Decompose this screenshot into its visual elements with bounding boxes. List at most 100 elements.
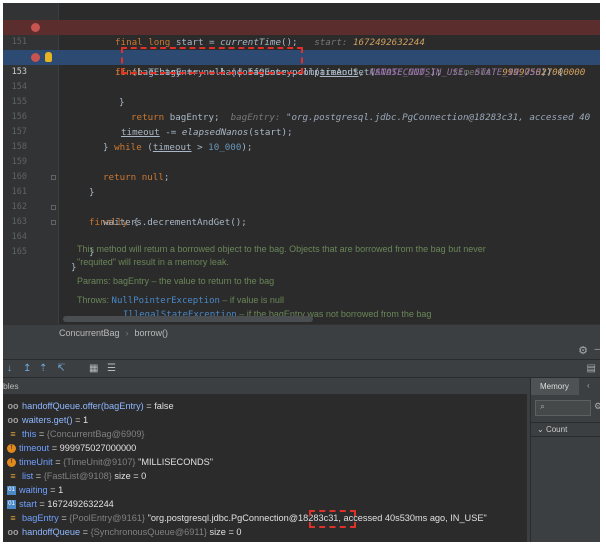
javadoc-description: This method will return a borrowed objec… <box>77 244 486 267</box>
variable-name: timeout <box>19 443 50 453</box>
highlight-box <box>309 510 356 528</box>
count-label: Count <box>545 425 568 434</box>
variable-eq: = <box>36 499 48 509</box>
code-line-150[interactable]: 150 final long start = currentTime(); st… <box>3 5 600 48</box>
code-line-160[interactable]: 160 } <box>3 155 600 198</box>
javadoc-params: Params: bagEntry – the value to return t… <box>77 275 517 288</box>
breadcrumb-method[interactable]: borrow() <box>135 328 169 338</box>
variable-type: {TimeUnit@9107} <box>63 457 139 467</box>
breadcrumb-class[interactable]: ConcurrentBag <box>59 328 120 338</box>
variable-row[interactable]: ≡ list = {FastList@9108} size = 0 <box>7 469 146 483</box>
gear-icon[interactable]: ⚙ <box>578 344 588 357</box>
primitive-icon: 01 <box>7 500 16 510</box>
code-editor[interactable]: 150 final long start = currentTime(); st… <box>3 3 600 324</box>
gear-icon[interactable]: ⚙ <box>594 401 600 412</box>
variable-row[interactable]: oo handoffQueue = {SynchronousQueue@6911}… <box>7 525 242 539</box>
debugger-header: ⚙ – <box>3 342 600 360</box>
variable-value: size = 0 <box>114 471 147 481</box>
breakpoint-icon[interactable] <box>31 23 40 32</box>
variables-list[interactable]: oo handoffQueue.offer(bagEntry) = false o… <box>3 394 527 542</box>
variable-value: false <box>154 401 174 411</box>
force-step-into-icon[interactable]: ⇡ <box>39 363 47 374</box>
code-line-158[interactable]: 158 <box>3 125 600 152</box>
step-out-icon[interactable]: ↸ <box>57 363 65 374</box>
variable-eq: = <box>47 485 59 495</box>
highlight-box <box>121 47 303 74</box>
code-line-164[interactable]: 164 } <box>3 215 600 273</box>
code-line-156[interactable]: 156 timeout -= elapsedNanos(start); <box>3 95 600 138</box>
horizontal-scrollbar[interactable] <box>63 316 313 322</box>
variables-title: bles <box>3 381 19 391</box>
variable-value: size = 0 <box>209 527 242 537</box>
variable-eq: = <box>49 443 60 453</box>
javadoc-tag: Throws: <box>77 295 110 305</box>
search-icon: ⌕ <box>540 401 546 411</box>
javadoc-tag: Params: <box>77 276 111 286</box>
chevron-left-icon[interactable]: ‹ <box>587 381 590 390</box>
variable-name: handoffQueue <box>22 527 81 537</box>
variable-type: {PoolEntry@9161} <box>69 513 148 523</box>
variable-row[interactable]: 01 start = 1672492632244 <box>7 497 114 511</box>
fold-icon[interactable] <box>51 175 56 180</box>
step-into-icon[interactable]: ↥ <box>23 363 31 374</box>
watch-icon: oo <box>7 415 19 425</box>
variable-type: {SynchronousQueue@6911} <box>90 527 210 537</box>
frames-icon[interactable]: ☰ <box>107 363 116 374</box>
variable-eq: = <box>143 401 155 411</box>
evaluate-icon[interactable]: ▦ <box>89 363 98 374</box>
layout-icon[interactable]: ▤ <box>587 363 596 374</box>
breadcrumb-separator-icon: › <box>125 328 129 338</box>
variable-value: 1672492632244 <box>47 499 114 509</box>
watch-icon: oo <box>7 401 19 411</box>
primitive-icon: 01 <box>7 486 16 496</box>
variable-row[interactable]: 01 waiting = 1 <box>7 483 63 497</box>
watch-icon: oo <box>7 527 19 537</box>
fold-icon[interactable] <box>51 220 56 225</box>
field-icon: f <box>7 458 16 468</box>
variable-row[interactable]: f timeUnit = {TimeUnit@9107} "MILLISECOND… <box>7 455 213 469</box>
variable-name: waiters.get() <box>22 415 73 425</box>
breakpoint-icon[interactable] <box>31 53 40 62</box>
sort-icon: ⌄ <box>537 425 544 434</box>
fold-icon[interactable] <box>51 205 56 210</box>
variable-name: handoffQueue.offer(bagEntry) <box>22 401 144 411</box>
variable-row[interactable]: oo handoffQueue.offer(bagEntry) = false <box>7 399 174 413</box>
variable-name: bagEntry <box>22 513 59 523</box>
variable-eq: = <box>72 415 84 425</box>
code-text: } <box>71 262 77 273</box>
debugger-toolbar: ↓ ↥ ⇡ ↸ ▦ ☰ ▤ <box>3 360 600 378</box>
variable-row[interactable]: ≡ bagEntry = {PoolEntry@9161} "org.postgr… <box>7 511 486 525</box>
debugger-panel: ⚙ – ↓ ↥ ⇡ ↸ ▦ ☰ ▤ bles oo handoffQueue.of… <box>3 342 600 542</box>
count-column-header[interactable]: ⌄ Count <box>531 422 600 437</box>
breadcrumb: ConcurrentBag › borrow() <box>3 324 600 342</box>
variable-eq: = <box>52 457 64 467</box>
exception-link[interactable]: NullPointerException <box>112 296 220 306</box>
code-line-157[interactable]: 157 } while (timeout > 10_000); <box>3 110 600 153</box>
code-line-162[interactable]: 162 waiters.decrementAndGet(); <box>3 185 600 228</box>
variable-row[interactable]: ≡ this = {ConcurrentBag@6909} <box>7 427 145 441</box>
field-icon: f <box>7 444 16 454</box>
variable-name: timeUnit <box>19 457 53 467</box>
memory-search-input[interactable]: ⌕ <box>535 400 591 416</box>
variable-row[interactable]: oo waiters.get() = 1 <box>7 413 89 427</box>
variable-name: start <box>19 499 37 509</box>
lightbulb-icon[interactable] <box>45 52 52 62</box>
variable-eq: = <box>58 513 70 523</box>
variable-value: "MILLISECONDS" <box>138 457 213 467</box>
variable-name: this <box>22 429 37 439</box>
step-over-icon[interactable]: ↓ <box>7 363 12 374</box>
code-line-161[interactable]: 161 finally { <box>3 170 600 228</box>
minimize-icon[interactable]: – <box>594 344 600 355</box>
code-line-163[interactable]: 163 } <box>3 200 600 258</box>
javadoc-text: bagEntry – the value to return to the ba… <box>110 276 275 286</box>
code-line-155[interactable]: 155 <box>3 80 600 107</box>
variable-value: 1 <box>58 485 64 495</box>
code-line-151[interactable]: 151 final T bagEntry = handoffQueue.poll… <box>3 20 600 78</box>
object-icon: ≡ <box>10 471 16 481</box>
variable-type: {ConcurrentBag@6909} <box>46 429 145 439</box>
code-line-159[interactable]: 159 return null; <box>3 140 600 183</box>
variable-row[interactable]: f timeout = 999975027000000 <box>7 441 136 455</box>
line-number: 165 <box>11 247 27 257</box>
memory-tab[interactable]: Memory <box>531 378 579 395</box>
variable-eq: = <box>36 429 47 439</box>
